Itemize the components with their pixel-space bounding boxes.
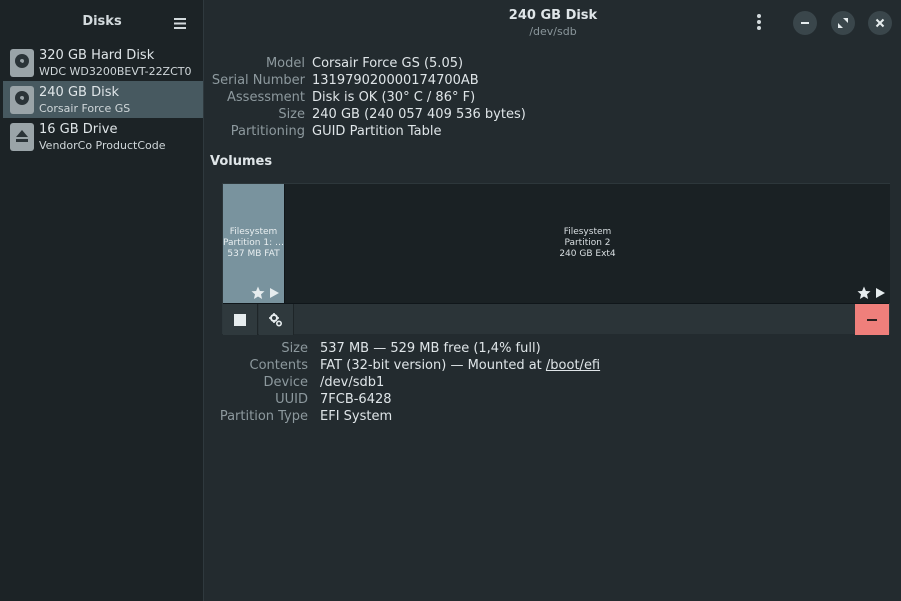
hamburger-menu-button[interactable] <box>168 12 192 34</box>
partition-1[interactable]: Filesystem Partition 1: … 537 MB FAT <box>223 184 284 303</box>
maximize-icon <box>838 18 848 28</box>
minimize-button[interactable] <box>793 11 817 35</box>
detail-uuid: UUID 7FCB-6428 <box>205 392 901 409</box>
detail-label: Partition Type <box>219 409 308 424</box>
star-icon <box>857 286 871 299</box>
unmount-button[interactable] <box>223 304 258 335</box>
contents-text: FAT (32-bit version) — Mounted at <box>320 358 546 373</box>
detail-label: Size <box>281 341 308 356</box>
partition-options-button[interactable] <box>259 304 294 335</box>
disk-model: WDC WD3200BEVT-22ZCT0 <box>39 65 192 78</box>
disk-properties: Model Corsair Force GS (5.05) Serial Num… <box>205 56 901 141</box>
header-bar: 240 GB Disk /dev/sdb <box>205 0 901 44</box>
play-icon <box>270 288 279 298</box>
disk-list: 320 GB Hard Disk WDC WD3200BEVT-22ZCT0 2… <box>3 44 203 155</box>
minimize-icon <box>801 22 809 24</box>
detail-partition-type: Partition Type EFI System <box>205 409 901 426</box>
disk-model: VendorCo ProductCode <box>39 139 166 152</box>
prop-model: Model Corsair Force GS (5.05) <box>205 56 901 73</box>
prop-value: 240 GB (240 057 409 536 bytes) <box>312 107 526 122</box>
partition-name-text: Partition 2 <box>564 238 611 248</box>
close-button[interactable] <box>868 11 892 35</box>
prop-assessment: Assessment Disk is OK (30° C / 86° F) <box>205 90 901 107</box>
detail-value: FAT (32-bit version) — Mounted at /boot/… <box>320 358 600 373</box>
kebab-menu-icon <box>757 14 761 30</box>
disk-name: 240 GB Disk <box>39 85 119 100</box>
detail-label: Device <box>263 375 308 390</box>
detail-device: Device /dev/sdb1 <box>205 375 901 392</box>
prop-serial: Serial Number 131979020000174700AB <box>205 73 901 90</box>
partition-details: Size 537 MB — 529 MB free (1,4% full) Co… <box>205 341 901 426</box>
prop-label: Serial Number <box>211 73 305 88</box>
disk-name: 320 GB Hard Disk <box>39 48 155 63</box>
maximize-button[interactable] <box>831 11 855 35</box>
prop-label: Model <box>265 56 305 71</box>
prop-partitioning: Partitioning GUID Partition Table <box>205 124 901 141</box>
partition-size-text: 240 GB Ext4 <box>559 249 616 259</box>
disk-name: 16 GB Drive <box>39 122 118 137</box>
partition-status-icons <box>251 286 280 300</box>
detail-value: /dev/sdb1 <box>320 375 385 390</box>
disk-item-16gb[interactable]: 16 GB Drive VendorCo ProductCode <box>3 118 203 155</box>
prop-label: Partitioning <box>230 124 305 139</box>
hard-disk-icon <box>10 49 34 77</box>
disk-item-240gb[interactable]: 240 GB Disk Corsair Force GS <box>3 81 203 118</box>
delete-partition-button[interactable] <box>855 304 889 335</box>
partition-type-text: Filesystem <box>563 227 612 237</box>
partition-type-text: Filesystem <box>229 227 278 237</box>
prop-size: Size 240 GB (240 057 409 536 bytes) <box>205 107 901 124</box>
prop-value: Corsair Force GS (5.05) <box>312 56 464 71</box>
minus-icon <box>867 318 877 321</box>
detail-label: UUID <box>275 392 308 407</box>
detail-size: Size 537 MB — 529 MB free (1,4% full) <box>205 341 901 358</box>
disks-window: Disks 320 GB Hard Disk WDC WD3200BEVT-22… <box>0 0 901 601</box>
gears-icon <box>269 312 283 327</box>
detail-value: 537 MB — 529 MB free (1,4% full) <box>320 341 541 356</box>
play-icon <box>876 288 885 298</box>
star-icon <box>251 286 265 299</box>
partition-2[interactable]: Filesystem Partition 2 240 GB Ext4 <box>284 184 890 303</box>
hamburger-icon <box>174 17 186 29</box>
stop-icon <box>234 313 246 326</box>
detail-value: 7FCB-6428 <box>320 392 392 407</box>
prop-label: Assessment <box>227 90 305 105</box>
detail-label: Contents <box>249 358 308 373</box>
hard-disk-icon <box>10 86 34 114</box>
volumes-heading: Volumes <box>210 154 273 169</box>
close-icon <box>875 18 885 28</box>
disk-model: Corsair Force GS <box>39 102 131 115</box>
prop-value: GUID Partition Table <box>312 124 442 139</box>
detail-contents: Contents FAT (32-bit version) — Mounted … <box>205 358 901 375</box>
prop-value: 131979020000174700AB <box>312 73 479 88</box>
partition-size-text: 537 MB FAT <box>227 249 280 259</box>
sidebar-header: Disks <box>0 0 204 44</box>
more-options-button[interactable] <box>749 11 769 33</box>
volume-graph: Filesystem Partition 1: … 537 MB FAT Fil… <box>222 183 890 335</box>
sidebar: Disks 320 GB Hard Disk WDC WD3200BEVT-22… <box>0 0 204 601</box>
prop-label: Size <box>278 107 305 122</box>
removable-drive-icon <box>10 123 34 151</box>
disk-item-320gb[interactable]: 320 GB Hard Disk WDC WD3200BEVT-22ZCT0 <box>3 44 203 81</box>
mount-point-link[interactable]: /boot/efi <box>546 358 600 373</box>
prop-value: Disk is OK (30° C / 86° F) <box>312 90 476 105</box>
detail-value: EFI System <box>320 409 393 424</box>
partition-label: Filesystem Partition 1: … 537 MB FAT <box>223 227 284 260</box>
partition-label: Filesystem Partition 2 240 GB Ext4 <box>285 227 890 260</box>
partition-name-text: Partition 1: … <box>223 238 284 248</box>
partition-status-icons <box>857 286 886 300</box>
volume-toolbar <box>223 303 889 335</box>
